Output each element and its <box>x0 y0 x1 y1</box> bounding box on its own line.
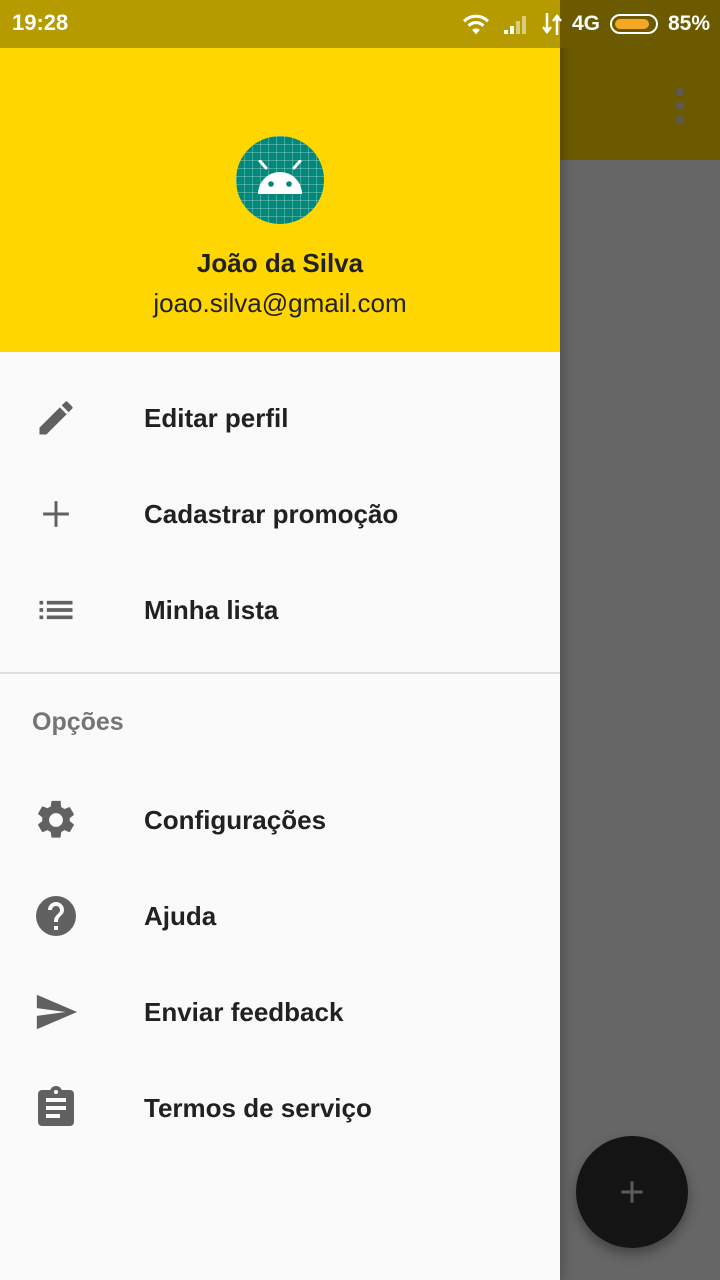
list-icon <box>32 586 80 634</box>
wifi-icon <box>462 14 489 35</box>
battery-percent: 85% <box>667 12 710 35</box>
send-icon <box>32 988 80 1036</box>
add-icon <box>32 490 80 538</box>
divider <box>0 672 560 674</box>
navigation-drawer: João da Silva joao.silva@gmail.com Edita… <box>0 0 560 1280</box>
help-icon <box>32 892 80 940</box>
clipboard-icon <box>32 1084 80 1132</box>
add-icon <box>621 1181 643 1203</box>
menu-item-settings[interactable]: Configurações <box>0 772 560 868</box>
menu-item-my-list[interactable]: Minha lista <box>0 562 560 658</box>
section-title-options: Opções <box>32 708 124 736</box>
settings-icon <box>32 796 80 844</box>
menu-item-add-promotion[interactable]: Cadastrar promoção <box>0 466 560 562</box>
menu-item-edit-profile[interactable]: Editar perfil <box>0 370 560 466</box>
menu-item-label: Minha lista <box>144 594 279 625</box>
menu-item-label: Ajuda <box>144 900 217 931</box>
signal-icon <box>503 16 526 34</box>
drawer-header: João da Silva joao.silva@gmail.com <box>0 48 560 352</box>
menu-item-label: Enviar feedback <box>144 996 344 1027</box>
menu-item-help[interactable]: Ajuda <box>0 868 560 964</box>
menu-item-label: Termos de serviço <box>144 1092 372 1123</box>
add-fab-button[interactable] <box>576 1136 688 1248</box>
menu-item-label: Configurações <box>144 804 327 835</box>
data-transfer-icon <box>541 13 562 35</box>
battery-icon <box>609 14 658 34</box>
android-icon <box>258 160 302 194</box>
user-email: joao.silva@gmail.com <box>153 288 407 318</box>
menu-item-label: Cadastrar promoção <box>144 498 399 529</box>
edit-icon <box>32 394 80 442</box>
overflow-menu-icon[interactable] <box>674 88 686 124</box>
menu-item-send-feedback[interactable]: Enviar feedback <box>0 964 560 1060</box>
menu-item-label: Editar perfil <box>144 402 289 433</box>
menu-item-terms-of-service[interactable]: Termos de serviço <box>0 1060 560 1156</box>
user-name: João da Silva <box>196 248 364 278</box>
status-bar: 19:28 4G 85% <box>0 0 720 48</box>
status-time: 19:28 <box>12 10 69 35</box>
network-type: 4G <box>571 12 600 35</box>
avatar[interactable] <box>236 136 324 224</box>
